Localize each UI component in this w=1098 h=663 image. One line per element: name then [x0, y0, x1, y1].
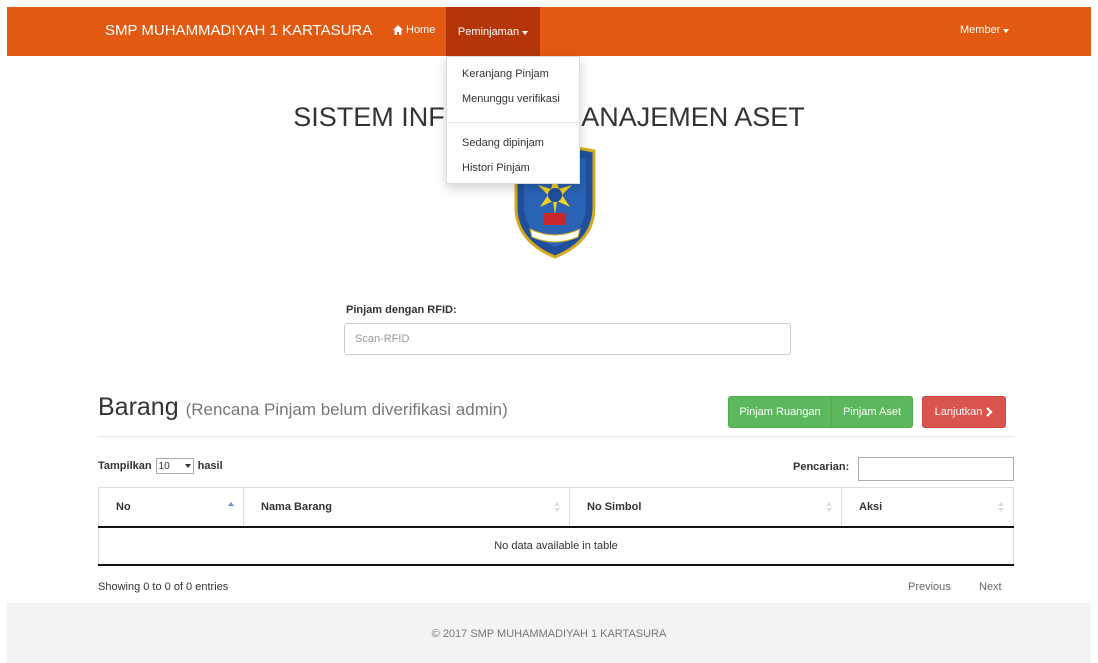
caret-down-icon [522, 30, 529, 35]
table-row: No data available in table [98, 526, 1014, 566]
table-length-control: Tampilkan 10 hasil [98, 458, 223, 474]
table-search-input[interactable] [858, 457, 1014, 481]
top-navbar: SMP MUHAMMADIYAH 1 KARTASURA Home Peminj… [7, 7, 1091, 56]
pinjam-aset-label: Pinjam Aset [842, 406, 902, 418]
menu-item-menunggu-verifikasi[interactable]: Menunggu verifikasi [462, 93, 560, 105]
length-prefix: Tampilkan [98, 460, 152, 472]
column-header-no[interactable]: No [98, 487, 244, 528]
pagination-previous[interactable]: Previous [908, 581, 951, 593]
sort-both-icon [554, 502, 560, 512]
page-footer: © 2017 SMP MUHAMMADIYAH 1 KARTASURA [7, 603, 1091, 663]
brand-link[interactable]: SMP MUHAMMADIYAH 1 KARTASURA [105, 22, 372, 39]
table-info: Showing 0 to 0 of 0 entries [98, 581, 229, 593]
lanjutkan-label: Lanjutkan [934, 406, 983, 418]
caret-down-icon [1003, 29, 1010, 33]
sort-ascending-icon [228, 502, 234, 506]
footer-copyright: © 2017 SMP MUHAMMADIYAH 1 KARTASURA [431, 628, 667, 640]
pinjam-aset-button[interactable]: Pinjam Aset [832, 396, 913, 428]
menu-item-histori-pinjam[interactable]: Histori Pinjam [462, 162, 530, 174]
section-subtitle: (Rencana Pinjam belum diverifikasi admin… [185, 400, 508, 419]
select-arrow-icon [184, 464, 191, 468]
section-title: Barang [98, 393, 179, 421]
section-heading: Barang (Rencana Pinjam belum diverifikas… [98, 393, 508, 422]
pinjam-ruangan-button[interactable]: Pinjam Ruangan [728, 396, 832, 428]
column-header-aksi[interactable]: Aksi [841, 487, 1014, 528]
nav-peminjaman-label: Peminjaman [457, 25, 520, 38]
chevron-right-icon [986, 407, 993, 417]
column-label: No Simbol [587, 500, 642, 513]
sort-both-icon [826, 502, 832, 512]
column-header-no-simbol[interactable]: No Simbol [569, 487, 842, 528]
nav-home-label: Home [406, 24, 436, 36]
nav-member-dropdown[interactable]: Member [960, 24, 1010, 36]
lanjutkan-button[interactable]: Lanjutkan [922, 396, 1006, 428]
empty-table-message: No data available in table [98, 526, 1014, 566]
pinjam-ruangan-label: Pinjam Ruangan [739, 406, 821, 418]
section-divider [98, 436, 1014, 437]
nav-home-link[interactable]: Home [393, 24, 435, 36]
entries-per-page-value: 10 [158, 460, 170, 472]
menu-item-keranjang-pinjam[interactable]: Keranjang Pinjam [462, 68, 549, 80]
rfid-label: Pinjam dengan RFID: [346, 304, 457, 316]
column-label: Aksi [859, 500, 883, 513]
home-icon [393, 25, 403, 35]
column-label: Nama Barang [261, 500, 332, 513]
peminjaman-dropdown-menu: Keranjang Pinjam Menunggu verifikasi Sed… [446, 56, 580, 184]
length-suffix: hasil [197, 460, 223, 472]
barang-table: No Nama Barang No Simbol Aksi No data av… [98, 487, 1014, 566]
menu-item-sedang-dipinjam[interactable]: Sedang dipinjam [462, 137, 544, 149]
nav-member-label: Member [960, 24, 1001, 36]
table-header-row: No Nama Barang No Simbol Aksi [98, 487, 1014, 528]
column-header-nama-barang[interactable]: Nama Barang [243, 487, 570, 528]
menu-divider [448, 122, 578, 123]
sort-both-icon [998, 502, 1004, 512]
column-label: No [116, 500, 131, 513]
search-label: Pencarian: [793, 461, 850, 473]
pagination-next[interactable]: Next [979, 581, 1002, 593]
entries-per-page-select[interactable]: 10 [155, 458, 194, 474]
rfid-scan-input[interactable] [344, 323, 791, 355]
nav-peminjaman-dropdown[interactable]: Peminjaman [446, 7, 540, 56]
